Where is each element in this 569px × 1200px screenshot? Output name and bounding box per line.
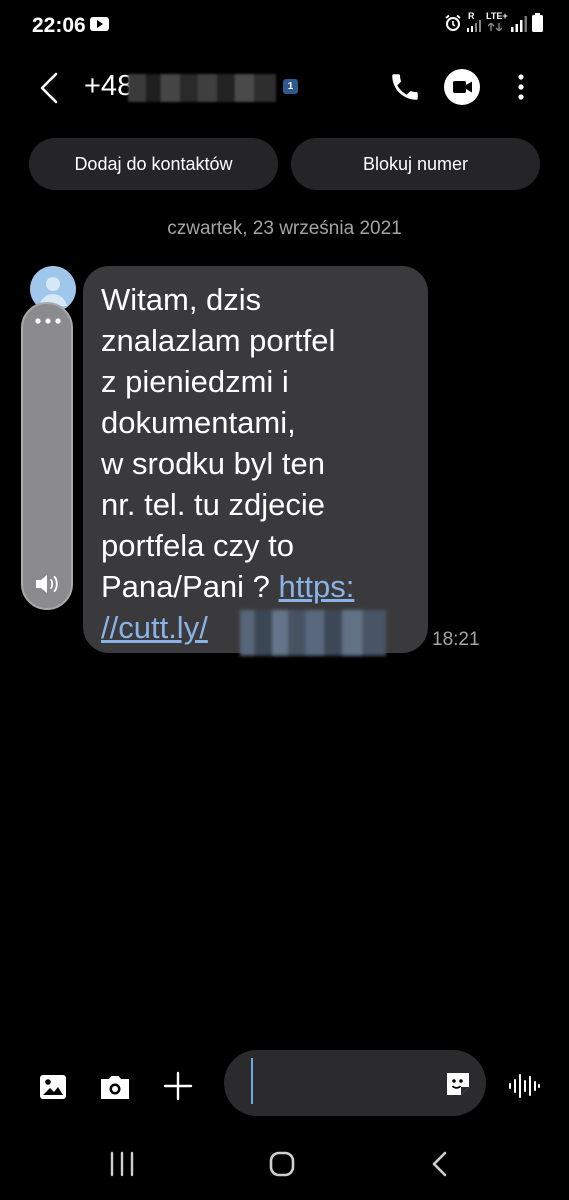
message-text: Witam, dzis znalazlam portfel z pieniedz… bbox=[101, 279, 408, 648]
sim-badge: 1 bbox=[283, 79, 298, 94]
plus-icon[interactable] bbox=[162, 1070, 194, 1102]
text-cursor bbox=[251, 1058, 253, 1104]
status-icons: R LTE+ bbox=[444, 11, 543, 32]
redacted-phone-digits bbox=[128, 74, 276, 102]
camera-icon[interactable] bbox=[98, 1072, 132, 1102]
image-icon[interactable] bbox=[38, 1072, 68, 1102]
recent-apps-icon[interactable] bbox=[108, 1151, 136, 1177]
contact-phone-number: +48 bbox=[84, 70, 134, 102]
video-camera-icon bbox=[453, 81, 472, 93]
battery-icon bbox=[532, 13, 543, 32]
nav-back-icon[interactable] bbox=[430, 1150, 450, 1178]
add-to-contacts-button[interactable]: Dodaj do kontaktów bbox=[29, 138, 278, 190]
volume-slider[interactable] bbox=[22, 344, 72, 544]
back-button[interactable] bbox=[36, 70, 62, 106]
video-call-button[interactable] bbox=[444, 69, 480, 105]
network-label: LTE+ bbox=[486, 11, 508, 21]
sticker-icon[interactable] bbox=[444, 1070, 472, 1098]
block-number-button[interactable]: Blokuj numer bbox=[291, 138, 540, 190]
message-timestamp: 18:21 bbox=[432, 629, 480, 650]
more-vertical-icon[interactable] bbox=[510, 70, 532, 104]
voice-waveform-icon[interactable] bbox=[508, 1072, 540, 1100]
signal-icon bbox=[511, 16, 527, 32]
youtube-notification-icon bbox=[90, 17, 109, 31]
redacted-link-part bbox=[240, 610, 386, 656]
message-body: Witam, dzis znalazlam portfel z pieniedz… bbox=[101, 282, 336, 604]
volume-options-icon[interactable] bbox=[34, 316, 62, 326]
status-time: 22:06 bbox=[32, 14, 86, 37]
received-message-bubble[interactable]: Witam, dzis znalazlam portfel z pieniedz… bbox=[83, 266, 428, 653]
home-icon[interactable] bbox=[268, 1150, 296, 1178]
date-separator: czwartek, 23 września 2021 bbox=[167, 218, 402, 239]
network-type-icon: LTE+ bbox=[486, 11, 508, 32]
speaker-icon[interactable] bbox=[34, 572, 60, 596]
phone-icon[interactable] bbox=[388, 70, 422, 104]
roaming-signal-icon: R bbox=[467, 11, 481, 32]
alarm-icon bbox=[445, 14, 461, 31]
